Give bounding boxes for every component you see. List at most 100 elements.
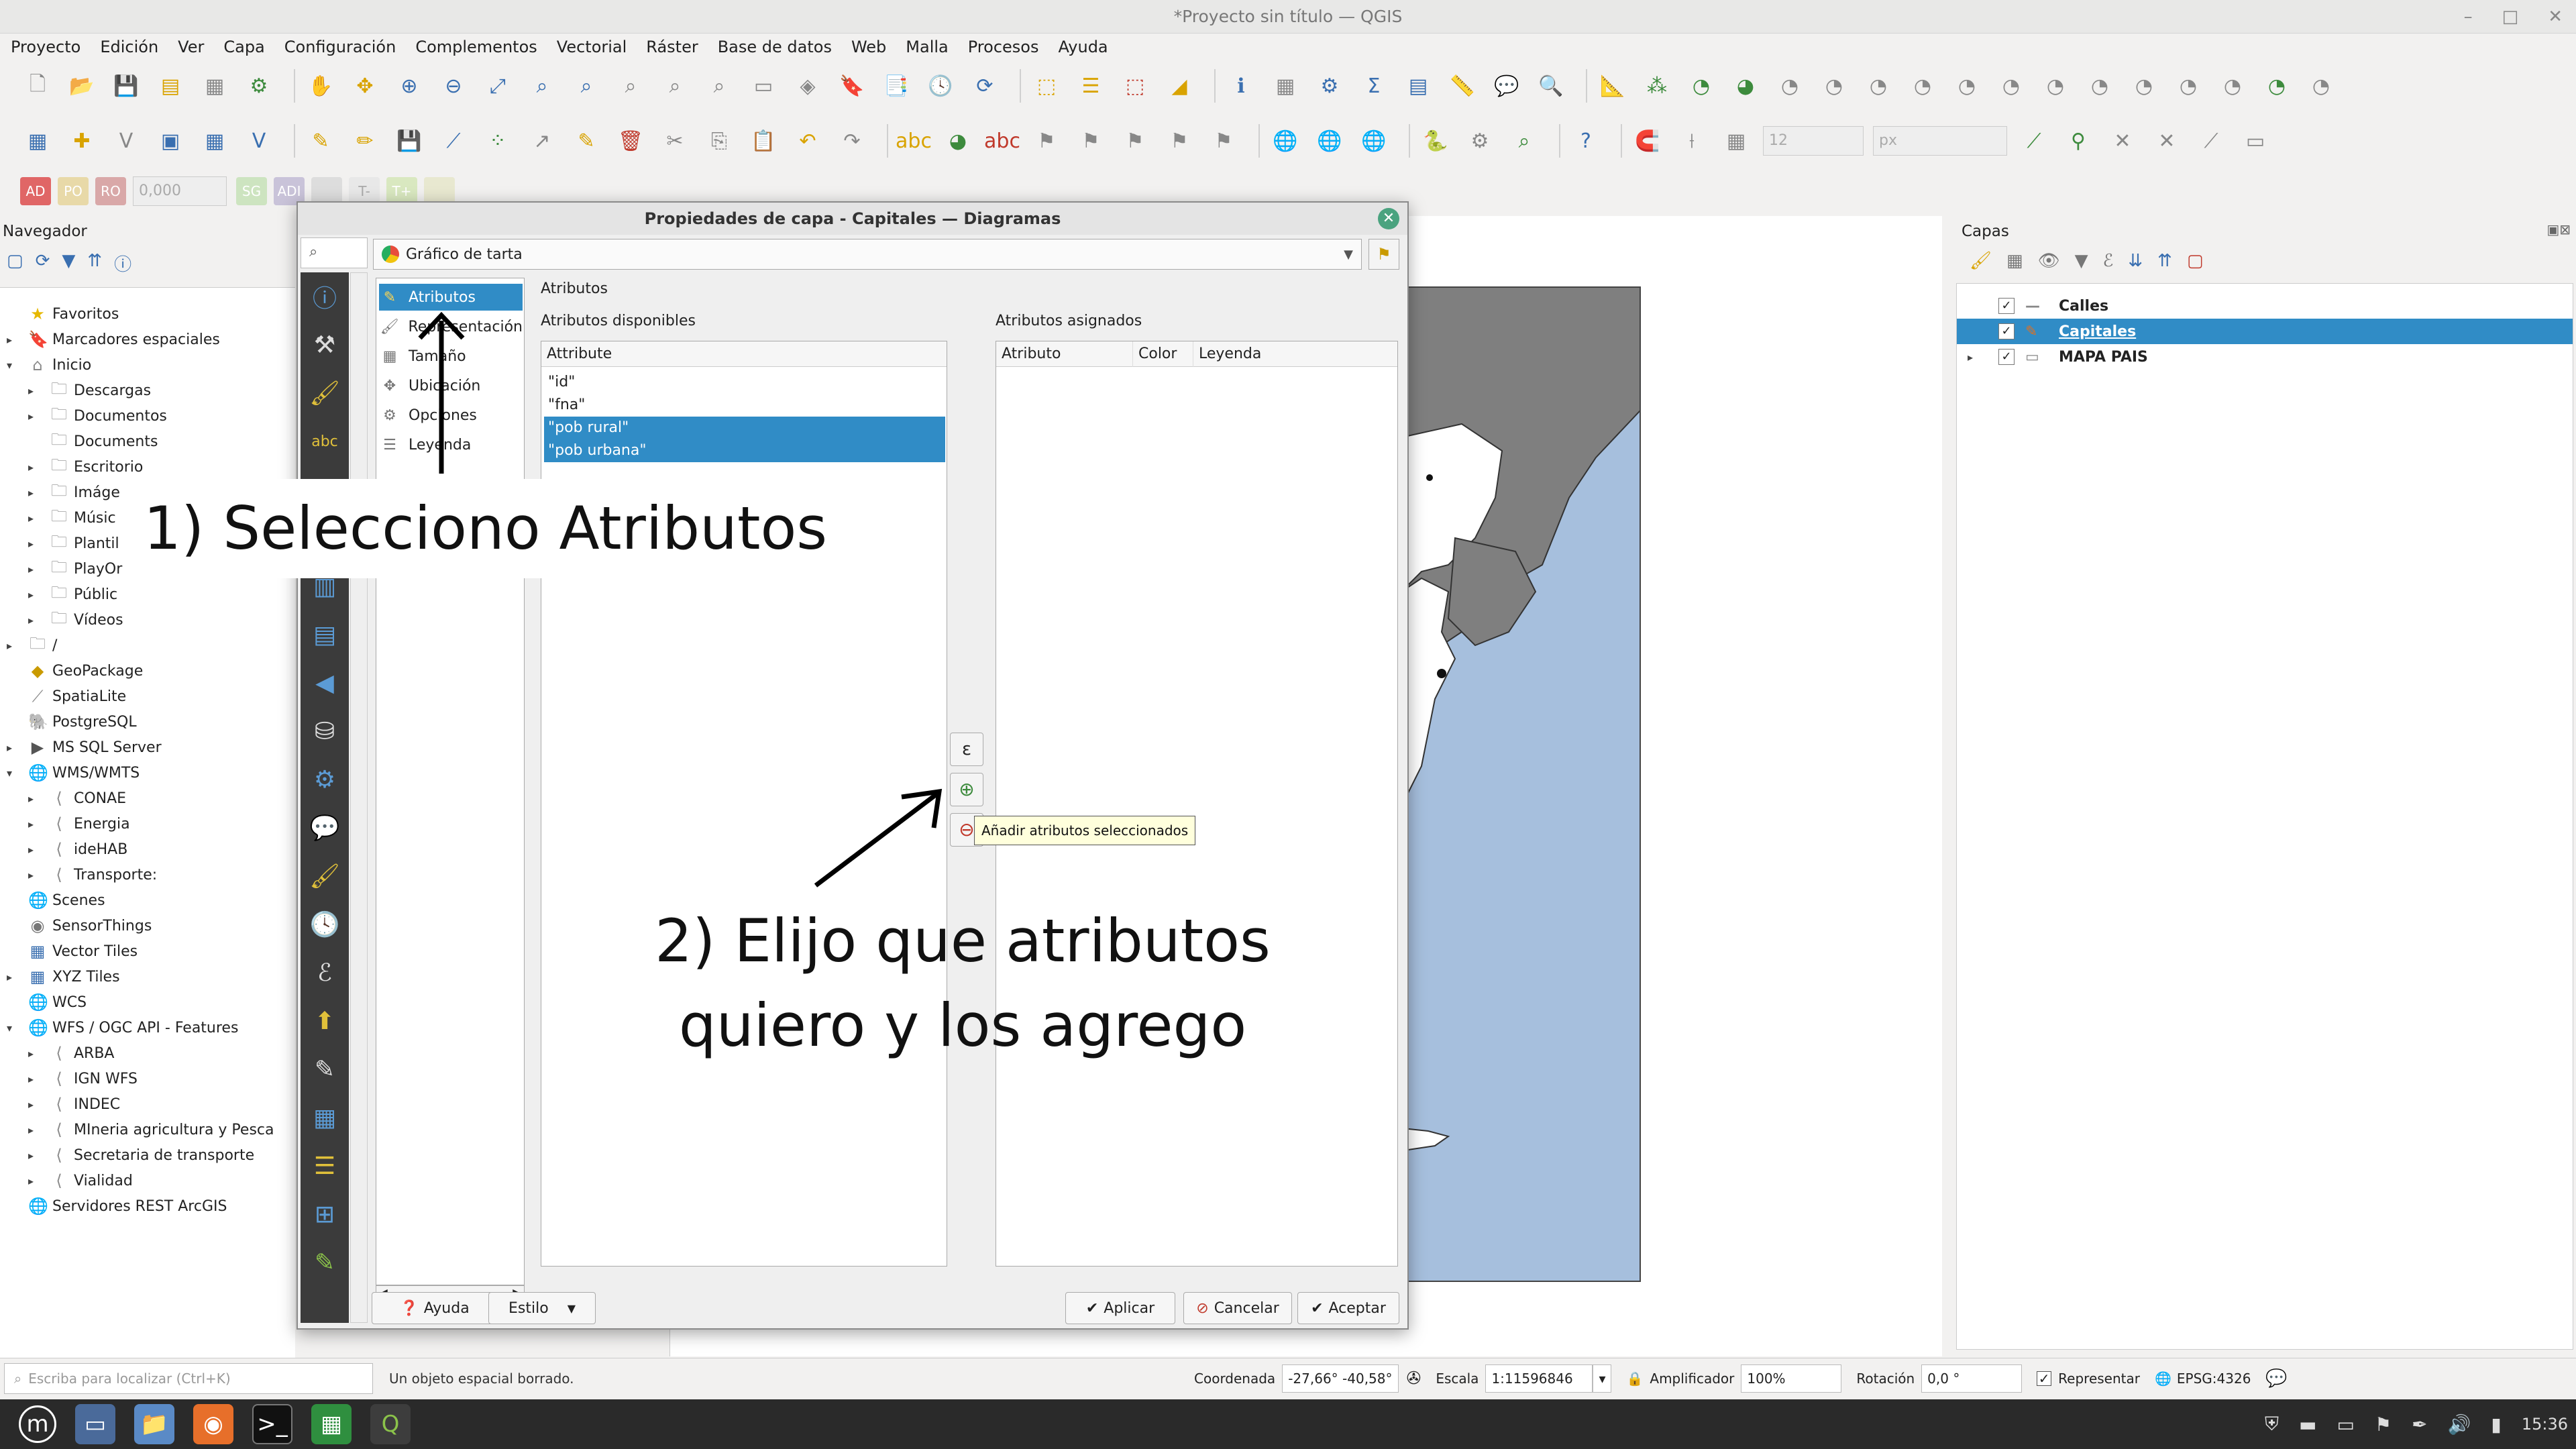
pan-icon[interactable]: ✋ bbox=[303, 68, 338, 103]
navigator-item[interactable]: ▸ ▦ XYZ Tiles bbox=[7, 964, 120, 989]
display-icon[interactable]: 💬 bbox=[301, 804, 349, 852]
deselect-icon[interactable]: ⬚ bbox=[1118, 68, 1152, 103]
digitize-icon[interactable]: ⟋ bbox=[436, 123, 471, 158]
annotation-8-icon[interactable]: ◔ bbox=[1994, 68, 2029, 103]
menu-base-de-datos[interactable]: Base de datos bbox=[718, 38, 832, 56]
layer-row[interactable]: ✓ ✎ Capitales bbox=[1957, 319, 2573, 344]
menu-proyecto[interactable]: Proyecto bbox=[11, 38, 80, 56]
annotation-icon[interactable]: ◔ bbox=[1684, 68, 1719, 103]
navigator-item[interactable]: ▸ ⟨ MIneria agricultura y Pesca bbox=[28, 1117, 274, 1142]
paste-icon[interactable]: 📋 bbox=[746, 123, 781, 158]
temporal-icon[interactable]: 🕓 bbox=[923, 68, 958, 103]
leyenda-column-header[interactable]: Leyenda bbox=[1193, 341, 1397, 367]
layer-row[interactable]: ▸ ✓ ▭ MAPA PAIS bbox=[1957, 344, 2573, 370]
attribute-column-header[interactable]: Attribute bbox=[541, 341, 947, 367]
navigator-item[interactable]: ▸ ⟨ Vialidad bbox=[28, 1168, 133, 1193]
attribute-item[interactable]: "id" bbox=[544, 371, 945, 394]
collapse-all-icon[interactable]: ⇈ bbox=[87, 251, 102, 276]
menu-malla[interactable]: Malla bbox=[906, 38, 948, 56]
snapping-type-icon[interactable]: ▦ bbox=[1719, 123, 1754, 158]
point-tool-icon[interactable]: ⁂ bbox=[1640, 68, 1674, 103]
expand-arrow-icon[interactable]: ▸ bbox=[28, 1175, 39, 1187]
georeferencer-icon[interactable]: 📐 bbox=[1595, 68, 1630, 103]
expression-button[interactable]: ε bbox=[950, 733, 983, 766]
modify-icon[interactable]: ↗ bbox=[525, 123, 559, 158]
add-group-icon[interactable]: ▦ bbox=[2006, 251, 2023, 271]
expand-arrow-icon[interactable]: ▸ bbox=[28, 1124, 39, 1136]
annotation-7-icon[interactable]: ◔ bbox=[1949, 68, 1984, 103]
expand-arrow-icon[interactable]: ▸ bbox=[1968, 351, 1973, 364]
snap-tolerance-input[interactable]: 12 bbox=[1763, 126, 1864, 156]
navigator-item[interactable]: ▸ ⟨ INDEC bbox=[28, 1091, 120, 1117]
new-vector-icon[interactable]: V bbox=[109, 123, 144, 158]
avoid-intersection-icon[interactable]: ✕ bbox=[2149, 123, 2184, 158]
zoom-last-icon[interactable]: ⌕ bbox=[657, 68, 692, 103]
terminal-icon[interactable]: >_ bbox=[252, 1404, 292, 1444]
distance-input[interactable]: 0,000 bbox=[133, 176, 227, 206]
locator-input[interactable]: ⌕ Escriba para localizar (Ctrl+K) bbox=[4, 1362, 373, 1394]
show-bookmarks-icon[interactable]: 📑 bbox=[879, 68, 914, 103]
menu-ayuda[interactable]: Ayuda bbox=[1058, 38, 1108, 56]
atributo-column-header[interactable]: Atributo bbox=[996, 341, 1133, 367]
help-contents-icon[interactable]: ? bbox=[1568, 123, 1603, 158]
navigator-item[interactable]: ▸ 🗀 Imáge bbox=[28, 480, 120, 505]
data-source-manager-icon[interactable]: ▦ bbox=[20, 123, 55, 158]
qgis-server-icon[interactable]: ⊞ bbox=[301, 1190, 349, 1238]
label-move-icon[interactable]: ⚑ bbox=[1118, 123, 1152, 158]
information-icon[interactable]: ⓘ bbox=[301, 272, 349, 321]
section-item-options[interactable]: ⚙ Opciones bbox=[379, 402, 523, 429]
shield-icon[interactable]: ⛨ bbox=[2265, 1413, 2279, 1436]
network-icon[interactable]: ▬ bbox=[2299, 1413, 2316, 1436]
navigator-item[interactable]: ▸ 🗀 Músic bbox=[28, 505, 116, 531]
navigator-item[interactable]: ▸ 🗀 Plantil bbox=[28, 531, 119, 556]
expand-arrow-icon[interactable]: ▸ bbox=[28, 563, 39, 576]
delete-icon[interactable]: 🗑 bbox=[613, 123, 648, 158]
open-project-icon[interactable]: 📂 bbox=[64, 68, 99, 103]
expand-arrow-icon[interactable]: ▸ bbox=[7, 639, 17, 652]
annotation-9-icon[interactable]: ◔ bbox=[2038, 68, 2073, 103]
zoom-selection-icon[interactable]: ⌕ bbox=[525, 68, 559, 103]
zoom-out-icon[interactable]: ⊖ bbox=[436, 68, 471, 103]
add-selected-icon[interactable]: ▢ bbox=[7, 251, 23, 276]
extents-icon[interactable]: ✇ bbox=[1407, 1368, 1421, 1389]
plugin-icon[interactable]: ⚙ bbox=[1462, 123, 1497, 158]
expand-arrow-icon[interactable]: ▸ bbox=[28, 461, 39, 474]
layer-visibility-checkbox[interactable]: ✓ bbox=[1998, 349, 2015, 365]
new-project-icon[interactable]: 🗋 bbox=[20, 68, 55, 103]
menu-ver[interactable]: Ver bbox=[178, 38, 204, 56]
toolbox-icon[interactable]: ⚙ bbox=[1312, 68, 1347, 103]
navigator-item[interactable]: ▸ ⟨ IGN WFS bbox=[28, 1066, 138, 1091]
navigator-item[interactable]: ▸ ⟨ Secretaria de transporte bbox=[28, 1142, 254, 1168]
snapping-icon[interactable]: 🧲 bbox=[1630, 123, 1665, 158]
save-edits-icon[interactable]: 💾 bbox=[392, 123, 427, 158]
style-button[interactable]: Estilo ▼ bbox=[488, 1292, 596, 1324]
copy-icon[interactable]: ⎘ bbox=[702, 123, 737, 158]
navigator-item[interactable]: ▸ ⟨ ideHAB bbox=[28, 837, 127, 862]
open-attribute-table-icon[interactable]: ▦ bbox=[1268, 68, 1303, 103]
elevation-icon[interactable]: ⬆ bbox=[301, 997, 349, 1045]
topology-icon[interactable]: ⚲ bbox=[2061, 123, 2096, 158]
undo-icon[interactable]: ↶ bbox=[790, 123, 825, 158]
locate-icon[interactable]: 🔍 bbox=[1534, 68, 1568, 103]
diagram-icon[interactable]: ◕ bbox=[941, 123, 975, 158]
section-item-legend[interactable]: ☰ Leyenda bbox=[379, 431, 523, 458]
select-by-value-icon[interactable]: ☰ bbox=[1073, 68, 1108, 103]
minimize-icon[interactable]: – bbox=[2464, 0, 2473, 34]
calc-icon[interactable]: ▦ bbox=[311, 1404, 352, 1444]
expand-all-icon[interactable]: ⇊ bbox=[2128, 251, 2143, 271]
actions-icon[interactable]: ⚙ bbox=[301, 755, 349, 804]
attribute-item[interactable]: "pob rural" bbox=[544, 417, 945, 439]
pen-icon[interactable]: ✒ bbox=[2412, 1413, 2427, 1436]
vertex-tool-icon[interactable]: ⁘ bbox=[480, 123, 515, 158]
expand-arrow-icon[interactable]: ▸ bbox=[28, 1098, 39, 1111]
legend-icon[interactable]: ☰ bbox=[301, 1142, 349, 1190]
coordinate-input[interactable]: -27,66° -40,58° bbox=[1282, 1364, 1399, 1393]
cancel-button[interactable]: ⊘ Cancelar bbox=[1183, 1292, 1292, 1324]
identify-icon[interactable]: ℹ bbox=[1224, 68, 1258, 103]
navigator-item[interactable]: 🌐 Servidores REST ArcGIS bbox=[7, 1193, 227, 1219]
style-icon[interactable]: 🖌 bbox=[1970, 251, 1992, 271]
navigator-item[interactable]: 🌐 Scenes bbox=[7, 888, 105, 913]
manage-map-themes-icon[interactable]: 👁 bbox=[2038, 251, 2060, 271]
zoom-layer-icon[interactable]: ⌕ bbox=[569, 68, 604, 103]
web-globe-3-icon[interactable]: 🌐 bbox=[1356, 123, 1391, 158]
